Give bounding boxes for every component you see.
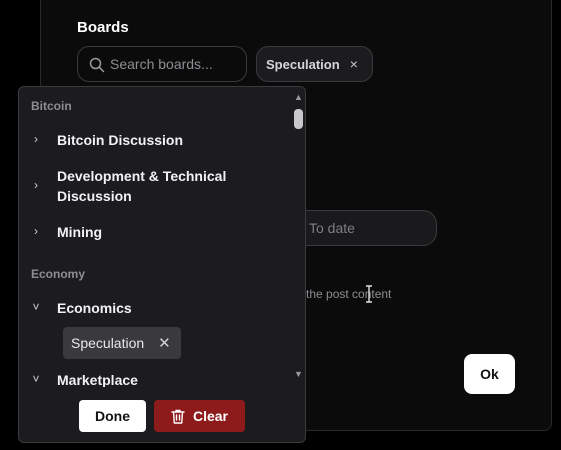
tree-item-label: Mining [57, 224, 103, 240]
tree-item-development-technical[interactable]: › Development & Technical Discussion [29, 166, 284, 206]
tree-item-label-line1: Development & Technical [57, 168, 227, 184]
post-content-hint: the post content [306, 287, 392, 301]
trash-icon [171, 409, 185, 424]
group-label-bitcoin: Bitcoin [31, 99, 72, 113]
tree-item-label: Bitcoin Discussion [57, 132, 184, 148]
selected-board-label: Speculation [266, 56, 340, 72]
boards-tree: Bitcoin › Bitcoin Discussion › Developme… [19, 87, 291, 387]
tree-item-label: Economics [57, 300, 132, 316]
child-board-chip[interactable]: Speculation ✕ [63, 327, 181, 359]
tree-item-mining[interactable]: › Mining [29, 222, 284, 242]
tree-item-label-line2: Discussion [57, 188, 132, 204]
scroll-up-arrow-icon[interactable]: ▲ [294, 92, 303, 102]
boards-dropdown: Bitcoin › Bitcoin Discussion › Developme… [18, 86, 306, 443]
done-button[interactable]: Done [79, 400, 146, 432]
to-date-field[interactable] [288, 210, 437, 246]
tree-item-economics[interactable]: ˅ Economics [29, 298, 284, 318]
chevron-right-icon[interactable]: › [29, 178, 43, 192]
clear-button[interactable]: Clear [154, 400, 245, 432]
chevron-down-icon[interactable]: ˅ [29, 300, 43, 314]
board-search-field[interactable] [77, 46, 247, 82]
chevron-right-icon[interactable]: › [29, 224, 43, 238]
text-cursor-icon [366, 285, 372, 303]
boards-label: Boards [77, 19, 129, 36]
close-icon[interactable]: × [350, 56, 358, 72]
search-icon [89, 57, 105, 73]
selected-board-chip: Speculation × [256, 46, 373, 82]
chevron-down-icon[interactable]: ˅ [29, 372, 43, 386]
close-icon[interactable]: ✕ [158, 334, 171, 352]
tree-item-label: Development & Technical Discussion [57, 166, 226, 206]
tree-item-bitcoin-discussion[interactable]: › Bitcoin Discussion [29, 130, 284, 150]
ok-button[interactable]: Ok [464, 354, 515, 394]
group-label-economy: Economy [31, 267, 86, 281]
to-date-input[interactable] [309, 211, 429, 245]
child-board-label: Speculation [71, 335, 145, 351]
tree-item-label: Marketplace [57, 372, 138, 387]
scroll-down-arrow-icon[interactable]: ▼ [294, 369, 303, 379]
dropdown-scrollbar[interactable]: ▲ ▼ [291, 87, 305, 387]
chevron-right-icon[interactable]: › [29, 132, 43, 146]
scrollbar-thumb[interactable] [294, 109, 303, 129]
tree-item-marketplace[interactable]: ˅ Marketplace [29, 370, 284, 387]
board-search-input[interactable] [110, 47, 242, 81]
clear-button-label: Clear [192, 408, 229, 424]
